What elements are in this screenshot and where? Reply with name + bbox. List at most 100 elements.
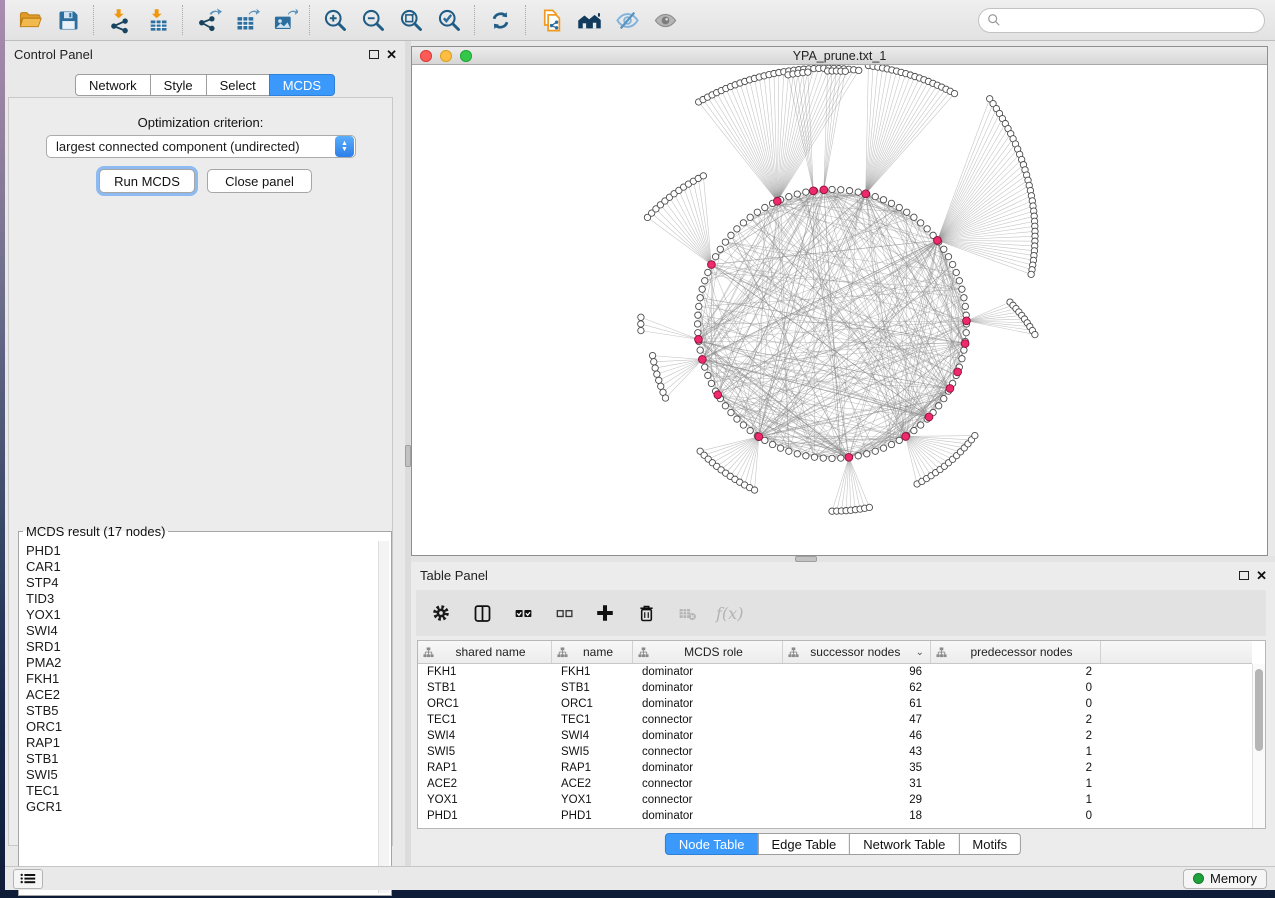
table-cell[interactable]: SWI5 xyxy=(552,746,633,758)
table-cell[interactable]: 1 xyxy=(931,794,1101,806)
tab-mcds[interactable]: MCDS xyxy=(269,74,335,96)
network-canvas[interactable] xyxy=(412,65,1267,555)
table-cell[interactable]: FKH1 xyxy=(552,666,633,678)
table-cell[interactable]: SWI4 xyxy=(552,730,633,742)
column-header-successor-nodes[interactable]: successor nodes⌄ xyxy=(783,641,931,663)
zoom-out-button[interactable] xyxy=(354,3,392,37)
table-row[interactable]: RAP1RAP1dominator352 xyxy=(418,760,1252,776)
table-cell[interactable]: FKH1 xyxy=(418,666,552,678)
table-cell[interactable]: YOX1 xyxy=(418,794,552,806)
table-cell[interactable]: dominator xyxy=(633,698,783,710)
mcds-result-item[interactable]: PMA2 xyxy=(26,655,377,671)
mcds-result-item[interactable]: CAR1 xyxy=(26,559,377,575)
tab-motifs[interactable]: Motifs xyxy=(958,833,1021,855)
table-cell[interactable]: 2 xyxy=(931,730,1101,742)
tab-network-table[interactable]: Network Table xyxy=(849,833,959,855)
mcds-result-item[interactable]: TEC1 xyxy=(26,783,377,799)
float-panel-icon[interactable] xyxy=(369,50,379,59)
table-row[interactable]: STB1STB1dominator620 xyxy=(418,680,1252,696)
add-column-button[interactable] xyxy=(593,601,617,625)
mcds-result-item[interactable]: TID3 xyxy=(26,591,377,607)
mcds-list-scrollbar[interactable] xyxy=(378,541,389,893)
table-cell[interactable]: 1 xyxy=(931,778,1101,790)
show-all-button[interactable] xyxy=(646,3,684,37)
memory-button[interactable]: Memory xyxy=(1183,869,1267,889)
scrollbar-thumb[interactable] xyxy=(1255,669,1263,751)
table-row[interactable]: ACE2ACE2connector311 xyxy=(418,776,1252,792)
table-cell[interactable]: dominator xyxy=(633,666,783,678)
clone-network-button[interactable] xyxy=(532,3,570,37)
table-cell[interactable]: 96 xyxy=(783,666,931,678)
table-scrollbar[interactable] xyxy=(1252,664,1265,828)
table-cell[interactable]: 2 xyxy=(931,666,1101,678)
save-session-button[interactable] xyxy=(49,3,87,37)
table-cell[interactable]: connector xyxy=(633,714,783,726)
table-cell[interactable]: ORC1 xyxy=(552,698,633,710)
mcds-result-item[interactable]: SWI5 xyxy=(26,767,377,783)
table-cell[interactable]: dominator xyxy=(633,762,783,774)
close-panel-icon[interactable]: ✕ xyxy=(386,48,397,61)
table-cell[interactable]: ACE2 xyxy=(418,778,552,790)
close-panel-icon[interactable]: ✕ xyxy=(1256,569,1267,582)
refresh-button[interactable] xyxy=(481,3,519,37)
mcds-result-item[interactable]: YOX1 xyxy=(26,607,377,623)
close-panel-button[interactable]: Close panel xyxy=(207,169,312,193)
table-cell[interactable]: STB1 xyxy=(418,682,552,694)
mcds-result-item[interactable]: GCR1 xyxy=(26,799,377,815)
table-cell[interactable]: 43 xyxy=(783,746,931,758)
export-network-button[interactable] xyxy=(189,3,227,37)
table-row[interactable]: FKH1FKH1dominator962 xyxy=(418,664,1252,680)
mcds-result-item[interactable]: STB1 xyxy=(26,751,377,767)
table-cell[interactable]: 47 xyxy=(783,714,931,726)
mcds-result-item[interactable]: SWI4 xyxy=(26,623,377,639)
mcds-result-item[interactable]: ORC1 xyxy=(26,719,377,735)
unselect-all-button[interactable] xyxy=(552,601,576,625)
table-cell[interactable]: connector xyxy=(633,778,783,790)
table-cell[interactable]: TEC1 xyxy=(418,714,552,726)
table-row[interactable]: TEC1TEC1connector472 xyxy=(418,712,1252,728)
export-table-button[interactable] xyxy=(227,3,265,37)
table-cell[interactable]: dominator xyxy=(633,810,783,822)
search-input[interactable] xyxy=(1007,13,1256,28)
mcds-result-item[interactable]: STB5 xyxy=(26,703,377,719)
select-all-button[interactable] xyxy=(511,601,535,625)
table-cell[interactable]: ORC1 xyxy=(418,698,552,710)
network-graph[interactable] xyxy=(412,65,1267,555)
table-row[interactable]: YOX1YOX1connector291 xyxy=(418,792,1252,808)
table-settings-button[interactable] xyxy=(429,601,453,625)
tab-node-table[interactable]: Node Table xyxy=(665,833,759,855)
zoom-in-button[interactable] xyxy=(316,3,354,37)
hide-selected-button[interactable] xyxy=(608,3,646,37)
table-row[interactable]: SWI5SWI5connector431 xyxy=(418,744,1252,760)
float-panel-icon[interactable] xyxy=(1239,571,1249,580)
table-cell[interactable]: 46 xyxy=(783,730,931,742)
table-cell[interactable]: 0 xyxy=(931,698,1101,710)
column-header-MCDS-role[interactable]: MCDS role xyxy=(633,641,783,663)
table-cell[interactable]: 35 xyxy=(783,762,931,774)
optimization-select[interactable]: largest connected component (undirected)… xyxy=(46,135,356,158)
zoom-selected-button[interactable] xyxy=(430,3,468,37)
column-header-predecessor-nodes[interactable]: predecessor nodes xyxy=(931,641,1101,663)
run-mcds-button[interactable]: Run MCDS xyxy=(99,169,195,193)
delete-column-button[interactable] xyxy=(634,601,658,625)
table-cell[interactable]: PHD1 xyxy=(552,810,633,822)
table-cell[interactable]: 2 xyxy=(931,714,1101,726)
table-cell[interactable]: 31 xyxy=(783,778,931,790)
import-table-button[interactable] xyxy=(138,3,176,37)
mcds-result-item[interactable]: SRD1 xyxy=(26,639,377,655)
tab-select[interactable]: Select xyxy=(206,74,270,96)
table-cell[interactable]: dominator xyxy=(633,682,783,694)
home-button[interactable] xyxy=(570,3,608,37)
table-cell[interactable]: connector xyxy=(633,794,783,806)
table-cell[interactable]: SWI4 xyxy=(418,730,552,742)
table-cell[interactable]: RAP1 xyxy=(552,762,633,774)
table-cell[interactable]: SWI5 xyxy=(418,746,552,758)
zoom-fit-button[interactable] xyxy=(392,3,430,37)
table-row[interactable]: PHD1PHD1dominator180 xyxy=(418,808,1252,824)
mcds-result-item[interactable]: STP4 xyxy=(26,575,377,591)
mcds-result-item[interactable]: FKH1 xyxy=(26,671,377,687)
table-cell[interactable]: 61 xyxy=(783,698,931,710)
import-network-button[interactable] xyxy=(100,3,138,37)
table-cell[interactable]: PHD1 xyxy=(418,810,552,822)
mcds-result-item[interactable]: ACE2 xyxy=(26,687,377,703)
